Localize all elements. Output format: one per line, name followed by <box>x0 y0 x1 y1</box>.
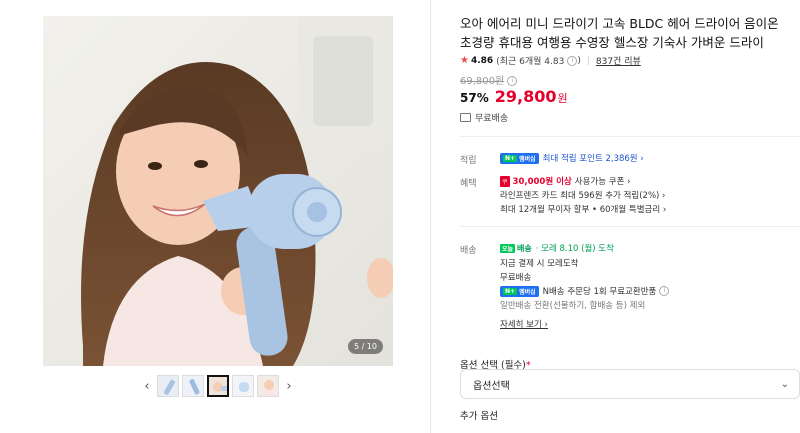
delivery-label: 배송 <box>460 246 477 256</box>
coupon-text[interactable]: 사용가능 쿠폰 › <box>575 175 631 187</box>
discount-rate: 57% <box>460 91 489 105</box>
free-shipping: 무료배송 <box>460 111 508 124</box>
free-return-row: N+ 멤버십 N배송 주문당 1회 무료교환반품 i <box>500 285 670 297</box>
product-main-image[interactable]: 5 / 10 <box>43 16 393 366</box>
currency-unit: 원 <box>557 92 568 105</box>
thumbnail-2[interactable] <box>182 375 204 397</box>
chevron-down-icon: ⌄ <box>780 378 789 390</box>
installment-benefit[interactable]: 최대 12개월 무이자 할부 • 60개월 특별금리 › <box>500 203 666 215</box>
npay-membership-badge: N+ 멤버십 <box>500 285 539 297</box>
option-select-value: 옵션선택 <box>473 380 510 392</box>
option-select[interactable]: 옵션선택 ⌄ <box>460 369 800 399</box>
review-count-link[interactable]: 837건 리뷰 <box>596 54 641 67</box>
thumbnail-5[interactable] <box>257 375 279 397</box>
delivery-details-link[interactable]: 자세히 보기 › <box>500 318 548 330</box>
thumbnail-1[interactable] <box>157 375 179 397</box>
price-row: 57% 29,800 원 <box>460 87 568 106</box>
points-link[interactable]: 최대 적립 포인트 2,386원 › <box>543 152 644 164</box>
sale-price: 29,800 <box>494 87 557 106</box>
points-label: 적립 <box>460 156 477 166</box>
coupon-icon: 쿠 <box>500 175 510 187</box>
delivery-free: 무료배송 <box>500 273 532 283</box>
points-row[interactable]: N+ 멤버십 최대 적립 포인트 2,386원 › <box>500 152 644 164</box>
thumbnail-next-arrow[interactable]: › <box>282 375 296 397</box>
truck-icon <box>460 113 471 122</box>
npay-membership-badge: N+ 멤버십 <box>500 152 539 164</box>
exclusion-text: 일반배송 전환(선물하기, 합배송 등) 제외 <box>500 301 646 311</box>
rating-recent: (최근 6개월 4.83 <box>496 57 565 67</box>
info-icon[interactable]: i <box>659 286 670 296</box>
rating-row: ★ 4.86 (최근 6개월 4.83 i) | 837건 리뷰 <box>460 54 641 67</box>
product-photo <box>43 16 393 366</box>
divider <box>460 226 800 227</box>
image-counter: 5 / 10 <box>347 339 383 354</box>
arrival-date: · 모레 8.10 (월) 도착 <box>535 244 614 254</box>
thumbnail-3[interactable] <box>207 375 229 397</box>
divider <box>460 136 800 137</box>
product-title: 오아 에어리 미니 드라이기 고속 BLDC 헤어 드라이어 음이온 초경량 휴… <box>460 16 779 50</box>
coupon-row[interactable]: 쿠 30,000원 이상 사용가능 쿠폰 › <box>500 175 631 187</box>
order-now-text: 지금 결제 시 모레도착 <box>500 259 579 269</box>
original-price: 69,800원 i <box>460 72 518 87</box>
benefits-label: 혜택 <box>460 179 477 189</box>
additional-option-label: 추가 옵션 <box>460 411 498 422</box>
info-icon[interactable]: i <box>567 55 578 66</box>
rating-value: 4.86 <box>470 55 494 66</box>
today-delivery-row: 오늘 배송 · 모레 8.10 (월) 도착 <box>500 242 614 254</box>
info-icon[interactable]: i <box>507 76 518 86</box>
star-icon: ★ <box>460 55 469 66</box>
thumbnail-prev-arrow[interactable]: ‹ <box>140 375 154 397</box>
card-benefit[interactable]: 라인프렌즈 카드 최대 596원 추가 적립(2%) › <box>500 189 665 201</box>
today-delivery-badge: 오늘 배송 <box>500 243 532 253</box>
coupon-amount: 30,000원 이상 <box>512 177 572 187</box>
column-divider <box>430 0 431 433</box>
thumbnail-strip: ‹ › <box>140 375 296 397</box>
thumbnail-4[interactable] <box>232 375 254 397</box>
